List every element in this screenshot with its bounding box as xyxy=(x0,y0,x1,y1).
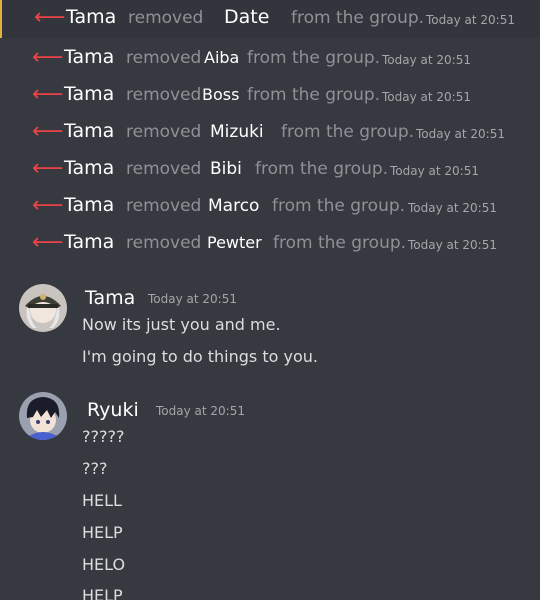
message-line: ??? xyxy=(82,459,108,478)
system-target[interactable]: Boss xyxy=(202,84,239,106)
avatar-image xyxy=(19,392,67,440)
system-timestamp: Today at 20:51 xyxy=(416,127,505,141)
arrow-left-icon: ⟵ xyxy=(32,82,64,107)
system-actor[interactable]: Tama xyxy=(64,231,114,253)
system-timestamp: Today at 20:51 xyxy=(382,90,471,104)
message-timestamp: Today at 20:51 xyxy=(156,404,245,418)
message-author[interactable]: Tama xyxy=(85,286,135,310)
system-action: removed xyxy=(126,196,202,216)
message-group: Ryuki Today at 20:51 ????? ??? HELL HELP… xyxy=(0,392,540,600)
system-action: removed xyxy=(126,233,202,253)
system-suffix: from the group. xyxy=(247,85,381,105)
message-line: ????? xyxy=(82,427,125,446)
system-actor[interactable]: Tama xyxy=(64,83,114,105)
system-message-row[interactable]: ⟵ Tama removed Aiba from the group. Toda… xyxy=(0,40,540,76)
system-suffix: from the group. xyxy=(272,196,406,216)
message-author[interactable]: Ryuki xyxy=(87,398,139,422)
arrow-left-icon: ⟵ xyxy=(32,230,64,255)
avatar-image xyxy=(19,284,67,332)
system-actor[interactable]: Tama xyxy=(64,157,114,179)
arrow-left-icon: ⟵ xyxy=(32,119,64,144)
system-action: removed xyxy=(126,48,202,68)
arrow-left-icon: ⟵ xyxy=(32,193,64,218)
system-action: removed xyxy=(126,159,202,179)
avatar[interactable] xyxy=(19,392,67,440)
system-actor[interactable]: Tama xyxy=(64,46,114,68)
system-message-row[interactable]: ⟵ Tama removed Marco from the group. Tod… xyxy=(0,188,540,224)
system-target[interactable]: Mizuki xyxy=(210,121,264,143)
message-line: HELP xyxy=(82,523,123,542)
system-timestamp: Today at 20:51 xyxy=(382,53,471,67)
chat-messages: ⟵ Tama removed Date from the group. Toda… xyxy=(0,0,540,600)
message-line: HELO xyxy=(82,555,126,574)
system-message-row[interactable]: ⟵ Tama removed Bibi from the group. Toda… xyxy=(0,151,540,187)
system-timestamp: Today at 20:51 xyxy=(426,13,515,27)
system-timestamp: Today at 20:51 xyxy=(408,201,497,215)
system-target[interactable]: Pewter xyxy=(207,232,262,254)
message-line: HELL xyxy=(82,491,122,510)
system-timestamp: Today at 20:51 xyxy=(390,164,479,178)
arrow-left-icon: ⟵ xyxy=(32,45,64,70)
message-timestamp: Today at 20:51 xyxy=(148,292,237,306)
system-message-row[interactable]: ⟵ Tama removed Boss from the group. Toda… xyxy=(0,77,540,113)
system-timestamp: Today at 20:51 xyxy=(408,238,497,252)
system-action: removed xyxy=(126,122,202,142)
system-actor[interactable]: Tama xyxy=(64,194,114,216)
system-message-row[interactable]: ⟵ Tama removed Date from the group. Toda… xyxy=(0,0,540,38)
message-group: Tama Today at 20:51 Now its just you and… xyxy=(0,284,540,374)
avatar[interactable] xyxy=(19,284,67,332)
system-target[interactable]: Aiba xyxy=(204,47,239,69)
system-action: removed xyxy=(128,8,204,28)
system-target[interactable]: Bibi xyxy=(210,158,242,180)
system-suffix: from the group. xyxy=(255,159,389,179)
system-suffix: from the group. xyxy=(291,8,425,28)
message-line: HELP xyxy=(82,586,123,600)
system-message-row[interactable]: ⟵ Tama removed Mizuki from the group. To… xyxy=(0,114,540,150)
system-suffix: from the group. xyxy=(281,122,415,142)
message-line: I'm going to do things to you. xyxy=(82,347,318,366)
arrow-left-icon: ⟵ xyxy=(32,156,64,181)
message-line: Now its just you and me. xyxy=(82,315,281,334)
system-suffix: from the group. xyxy=(247,48,381,68)
system-action: removed xyxy=(126,85,202,105)
system-target[interactable]: Date xyxy=(224,6,269,28)
system-suffix: from the group. xyxy=(273,233,407,253)
system-actor[interactable]: Tama xyxy=(64,120,114,142)
system-actor[interactable]: Tama xyxy=(66,6,116,28)
arrow-left-icon: ⟵ xyxy=(34,5,66,30)
system-target[interactable]: Marco xyxy=(208,195,259,217)
system-message-row[interactable]: ⟵ Tama removed Pewter from the group. To… xyxy=(0,225,540,261)
